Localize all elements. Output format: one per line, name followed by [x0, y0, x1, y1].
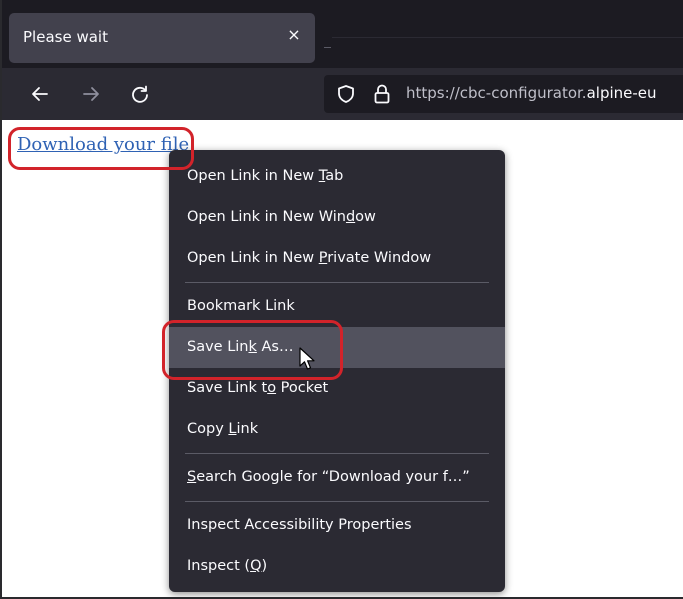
reload-icon	[132, 85, 148, 103]
url-bar[interactable]: https://cbc-configurator.alpine-eu	[324, 75, 683, 113]
menu-label: )	[261, 558, 268, 574]
lock-icon[interactable]	[372, 83, 392, 105]
menu-accesskey: k	[248, 339, 257, 355]
menu-accesskey: o	[267, 380, 277, 396]
menu-label: Open Link in New	[187, 168, 319, 184]
menu-label: Inspect Accessibility Properties	[187, 517, 412, 533]
arrow-left-icon	[32, 87, 48, 101]
tab-strip-line	[332, 37, 683, 38]
tab-title: Please wait	[23, 28, 108, 46]
tab-close-icon[interactable]: ×	[283, 23, 305, 45]
menu-label: As…	[256, 339, 294, 355]
tab-please-wait[interactable]: Please wait ×	[9, 13, 315, 63]
menu-label: ow	[355, 209, 376, 225]
menu-label: Open Link in New Win	[187, 209, 346, 225]
menu-accesskey: P	[318, 250, 328, 266]
menu-item-open-new-tab[interactable]: Open Link in New Tab	[169, 156, 505, 197]
menu-item-save-link-as[interactable]: Save Link As…	[169, 327, 505, 368]
menu-label: Save Lin	[187, 339, 249, 355]
menu-label: Inspect (	[187, 558, 251, 574]
menu-label: Bookmark Link	[187, 298, 295, 314]
shield-icon[interactable]	[336, 84, 356, 104]
menu-item-save-link-to-pocket[interactable]: Save Link to Pocket	[169, 368, 505, 409]
context-menu: Open Link in New Tab Open Link in New Wi…	[169, 150, 505, 592]
forward-button[interactable]	[75, 78, 107, 110]
url-text[interactable]: https://cbc-configurator.alpine-eu	[406, 84, 657, 102]
menu-item-search-google[interactable]: Search Google for “Download your f…”	[169, 457, 505, 498]
menu-accesskey: S	[187, 469, 197, 485]
menu-item-inspect-accessibility[interactable]: Inspect Accessibility Properties	[169, 505, 505, 546]
menu-item-copy-link[interactable]: Copy Link	[169, 409, 505, 450]
menu-item-bookmark-link[interactable]: Bookmark Link	[169, 286, 505, 327]
menu-accesskey: Q	[250, 558, 262, 574]
menu-label: earch Google for “Download your f…”	[196, 469, 470, 485]
menu-label: Open Link in New	[187, 250, 319, 266]
menu-label: Pocket	[276, 380, 329, 396]
menu-label: ab	[325, 168, 344, 184]
url-prefix: https://cbc-configurator.	[406, 84, 587, 102]
menu-label: Save Link t	[187, 380, 268, 396]
download-link[interactable]: Download your file	[17, 134, 189, 155]
back-button[interactable]	[24, 78, 56, 110]
tab-divider	[324, 47, 331, 48]
menu-accesskey: d	[345, 209, 356, 225]
menu-item-open-private-window[interactable]: Open Link in New Private Window	[169, 238, 505, 279]
browser-window: Please wait × https://cbc-configurator.a…	[0, 0, 683, 599]
navigation-toolbar: https://cbc-configurator.alpine-eu	[2, 68, 683, 120]
tab-strip: Please wait ×	[2, 0, 683, 68]
menu-item-open-new-window[interactable]: Open Link in New Window	[169, 197, 505, 238]
menu-label: ink	[236, 421, 259, 437]
menu-separator	[185, 282, 489, 283]
menu-item-inspect[interactable]: Inspect (Q)	[169, 546, 505, 587]
menu-label: rivate Window	[327, 250, 432, 266]
reload-button[interactable]	[124, 78, 156, 110]
url-domain: alpine-eu	[586, 84, 657, 102]
menu-separator	[185, 453, 489, 454]
arrow-right-icon	[83, 87, 99, 101]
menu-label: Copy	[187, 421, 229, 437]
menu-separator	[185, 501, 489, 502]
